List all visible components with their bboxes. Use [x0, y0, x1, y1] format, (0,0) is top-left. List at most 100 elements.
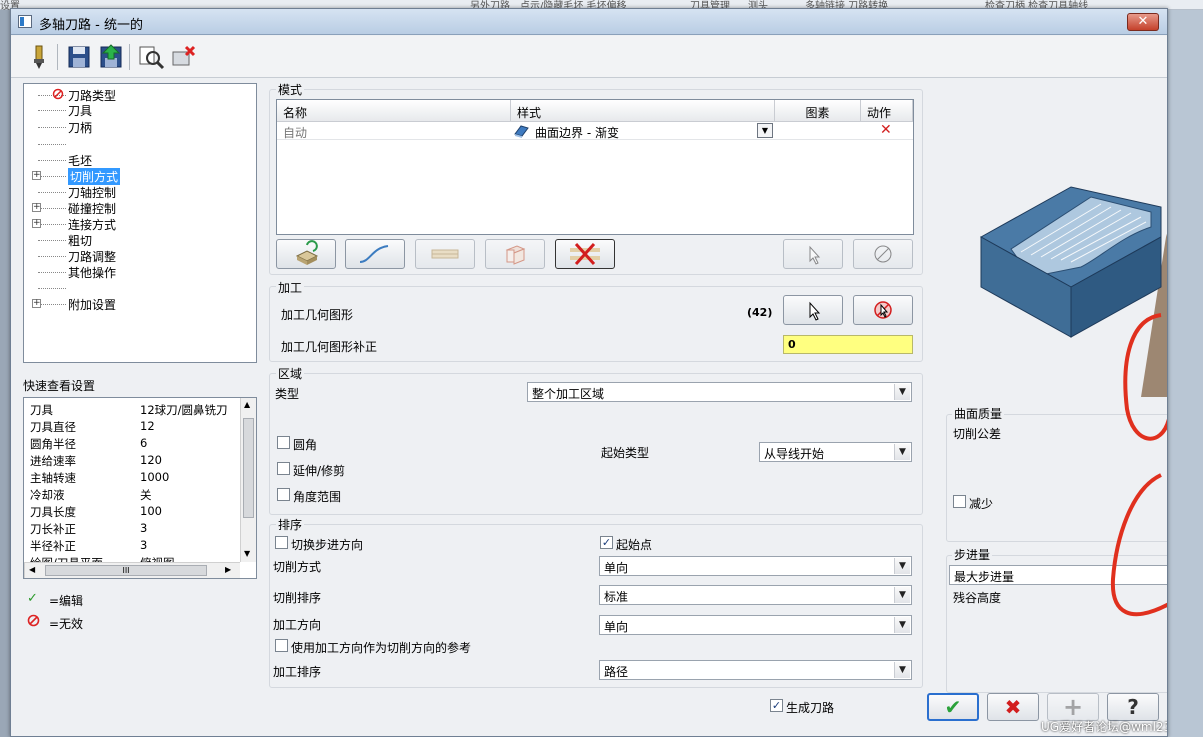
start-point-checkbox[interactable]: ✓: [600, 536, 613, 549]
setting-key: 冷却液: [30, 488, 65, 502]
region-type-label: 类型: [275, 387, 300, 401]
geometry-count: (42): [747, 306, 773, 319]
tree-item[interactable]: 粗切: [24, 232, 256, 248]
tree-item[interactable]: + 碰撞控制: [24, 200, 256, 216]
tree-item[interactable]: 刀路调整: [24, 248, 256, 264]
extend-trim-checkbox[interactable]: [277, 462, 290, 475]
tree-connector: [38, 127, 66, 128]
tree-item[interactable]: 刀路类型: [24, 87, 256, 103]
tree-item-label: 刀路调整: [68, 250, 117, 264]
tree-item[interactable]: 刀轴控制: [24, 184, 256, 200]
table-row[interactable]: 自动 曲面边界 - 渐变 ▼ ✕: [277, 122, 913, 140]
tree-connector: [38, 176, 66, 177]
machining-direction-label: 加工方向: [273, 618, 322, 632]
select-pointer-button[interactable]: [783, 239, 843, 269]
preview-icon[interactable]: [137, 43, 165, 71]
reduce-checkbox[interactable]: [953, 495, 966, 508]
plane-button[interactable]: [415, 239, 475, 269]
hscroll-thumb[interactable]: III: [45, 565, 207, 576]
sorting-title: 排序: [276, 516, 305, 533]
expand-icon[interactable]: +: [32, 203, 41, 212]
expand-icon[interactable]: +: [32, 171, 41, 180]
col-header-name[interactable]: 名称: [277, 100, 511, 122]
mode-table: 名称 样式 图素 动作 自动 曲面边界 - 渐变 ▼ ✕: [276, 99, 914, 235]
col-header-action[interactable]: 动作: [861, 100, 913, 122]
scroll-down-arrow-icon[interactable]: ▼: [244, 549, 250, 558]
save-icon[interactable]: [65, 43, 93, 71]
geometry-offset-input[interactable]: 0: [783, 335, 913, 354]
graphics-area[interactable]: [1168, 10, 1203, 737]
setting-key: 刀具: [30, 403, 53, 417]
use-direction-checkbox[interactable]: [275, 639, 288, 652]
list-item: 刀具 12球刀/圆鼻铣刀: [30, 402, 238, 419]
load-icon[interactable]: [97, 43, 125, 71]
expand-icon[interactable]: +: [32, 219, 41, 228]
start-type-select[interactable]: 从导线开始 ▼: [759, 442, 912, 462]
max-step-value: 最大步进量: [954, 570, 1015, 584]
tree-item[interactable]: + 附加设置: [24, 296, 256, 312]
close-button[interactable]: ✕: [1127, 13, 1159, 31]
tool-icon[interactable]: [25, 43, 53, 71]
chevron-down-icon: ▼: [894, 662, 910, 678]
check-icon: ✓: [27, 591, 38, 606]
scroll-left-arrow-icon[interactable]: ◀: [29, 565, 35, 574]
delete-toolpath-icon[interactable]: [169, 43, 197, 71]
cut-order-select[interactable]: 标准 ▼: [599, 585, 912, 605]
tree-item[interactable]: [24, 280, 256, 296]
invalid-icon: [52, 88, 64, 103]
cut-method-select[interactable]: 单向 ▼: [599, 556, 912, 576]
select-geometry-button[interactable]: [783, 295, 843, 325]
tree-item[interactable]: 其他操作: [24, 264, 256, 280]
use-direction-label: 使用加工方向作为切削方向的参考: [291, 641, 472, 655]
scroll-up-arrow-icon[interactable]: ▲: [244, 400, 250, 409]
expand-icon[interactable]: +: [32, 299, 41, 308]
add-surface-button[interactable]: [276, 239, 336, 269]
clear-button[interactable]: [555, 239, 615, 269]
tree-item-label: 毛坯: [68, 154, 93, 168]
cut-method-value: 单向: [604, 561, 629, 575]
box-button[interactable]: [485, 239, 545, 269]
vertical-scrollbar[interactable]: ▲ ▼: [240, 398, 256, 562]
geometry-offset-label: 加工几何图形补正: [281, 340, 378, 354]
apply-button[interactable]: +: [1047, 693, 1099, 721]
tree-item[interactable]: 刀柄: [24, 119, 256, 135]
list-item: 进给速率 120: [30, 453, 238, 470]
tree-item-label: 切削方式: [68, 168, 121, 185]
cancel-button[interactable]: ✖: [987, 693, 1039, 721]
angle-range-checkbox[interactable]: [277, 488, 290, 501]
col-header-style[interactable]: 样式: [511, 100, 775, 122]
style-dropdown-arrow[interactable]: ▼: [757, 123, 773, 138]
horizontal-scrollbar[interactable]: ◀ III ▶: [24, 562, 240, 578]
clear-geometry-button[interactable]: [853, 295, 913, 325]
tree-item[interactable]: 毛坯: [24, 152, 256, 168]
tolerance-label: 切削公差: [953, 427, 1002, 441]
generate-toolpath-checkbox[interactable]: ✓: [770, 699, 783, 712]
delete-row-icon[interactable]: ✕: [880, 122, 892, 138]
setting-key: 刀长补正: [30, 522, 76, 536]
cut-order-value: 标准: [604, 590, 629, 604]
tree-item[interactable]: 刀具: [24, 102, 256, 118]
region-type-select[interactable]: 整个加工区域 ▼: [527, 382, 912, 402]
scroll-right-arrow-icon[interactable]: ▶: [225, 565, 231, 574]
curve-button[interactable]: [345, 239, 405, 269]
tree-item-label: 刀轴控制: [68, 186, 117, 200]
machining-order-select[interactable]: 路径 ▼: [599, 660, 912, 680]
tree-item[interactable]: + 连接方式: [24, 216, 256, 232]
col-header-figure[interactable]: 图素: [775, 100, 861, 122]
machining-direction-select[interactable]: 单向 ▼: [599, 615, 912, 635]
setting-key: 进给速率: [30, 454, 76, 468]
setting-key: 刀具长度: [30, 505, 76, 519]
help-button[interactable]: ?: [1107, 693, 1159, 721]
invalid-icon: [27, 614, 40, 630]
list-item: 刀长补正 3: [30, 521, 238, 538]
ok-button[interactable]: ✔: [927, 693, 979, 721]
deselect-button[interactable]: [853, 239, 913, 269]
scroll-thumb[interactable]: [243, 418, 254, 518]
fillet-checkbox[interactable]: [277, 436, 290, 449]
tree-item[interactable]: [24, 136, 256, 152]
switch-direction-checkbox[interactable]: [275, 536, 288, 549]
watermark-text: UG爱好者论坛@wml23123: [1041, 720, 1167, 734]
setting-value: 俯视图: [140, 555, 175, 562]
machining-order-value: 路径: [604, 665, 629, 679]
tree-item[interactable]: + 切削方式: [24, 168, 256, 185]
